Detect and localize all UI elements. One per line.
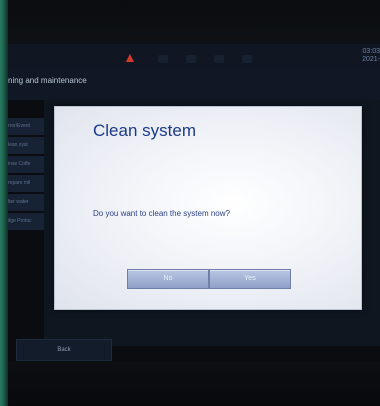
dialog-message: Do you want to clean the system now?: [93, 209, 230, 218]
back-button[interactable]: Back: [16, 339, 112, 361]
sidebar: rror/Event lean syst inse Coffe repare m…: [8, 118, 44, 232]
status-icon: [186, 55, 196, 63]
device-screen: ▲ 03:03 2021- ning and maintenance rror/…: [8, 0, 380, 406]
status-icon: [242, 55, 252, 63]
status-icon: [214, 55, 224, 63]
sidebar-item-prepare-milk[interactable]: repare mil: [8, 175, 44, 192]
sidebar-item-rinse-coffee[interactable]: inse Coffe: [8, 156, 44, 173]
yes-button[interactable]: Yes: [209, 269, 291, 289]
screen-header: [8, 70, 380, 100]
confirm-dialog: Clean system Do you want to clean the sy…: [54, 106, 362, 310]
sidebar-item-filter-water[interactable]: lter water: [8, 194, 44, 211]
clock-time: 03:03: [362, 48, 380, 55]
sidebar-item-error-events[interactable]: rror/Event: [8, 118, 44, 135]
no-button[interactable]: No: [127, 269, 209, 289]
clock-date: 2021-: [362, 56, 380, 63]
status-icon: [158, 55, 168, 63]
sidebar-item-clean-system[interactable]: lean syst: [8, 137, 44, 154]
warning-icon[interactable]: ▲: [123, 49, 137, 65]
dialog-title: Clean system: [93, 121, 196, 140]
page-title: ning and maintenance: [8, 76, 87, 85]
device-bezel-top: [8, 0, 380, 44]
device-bezel-bottom: [8, 362, 380, 406]
sidebar-item-hygiene-protocol[interactable]: ilge Protoc: [8, 213, 44, 230]
clock: 03:03 2021-: [362, 48, 380, 64]
